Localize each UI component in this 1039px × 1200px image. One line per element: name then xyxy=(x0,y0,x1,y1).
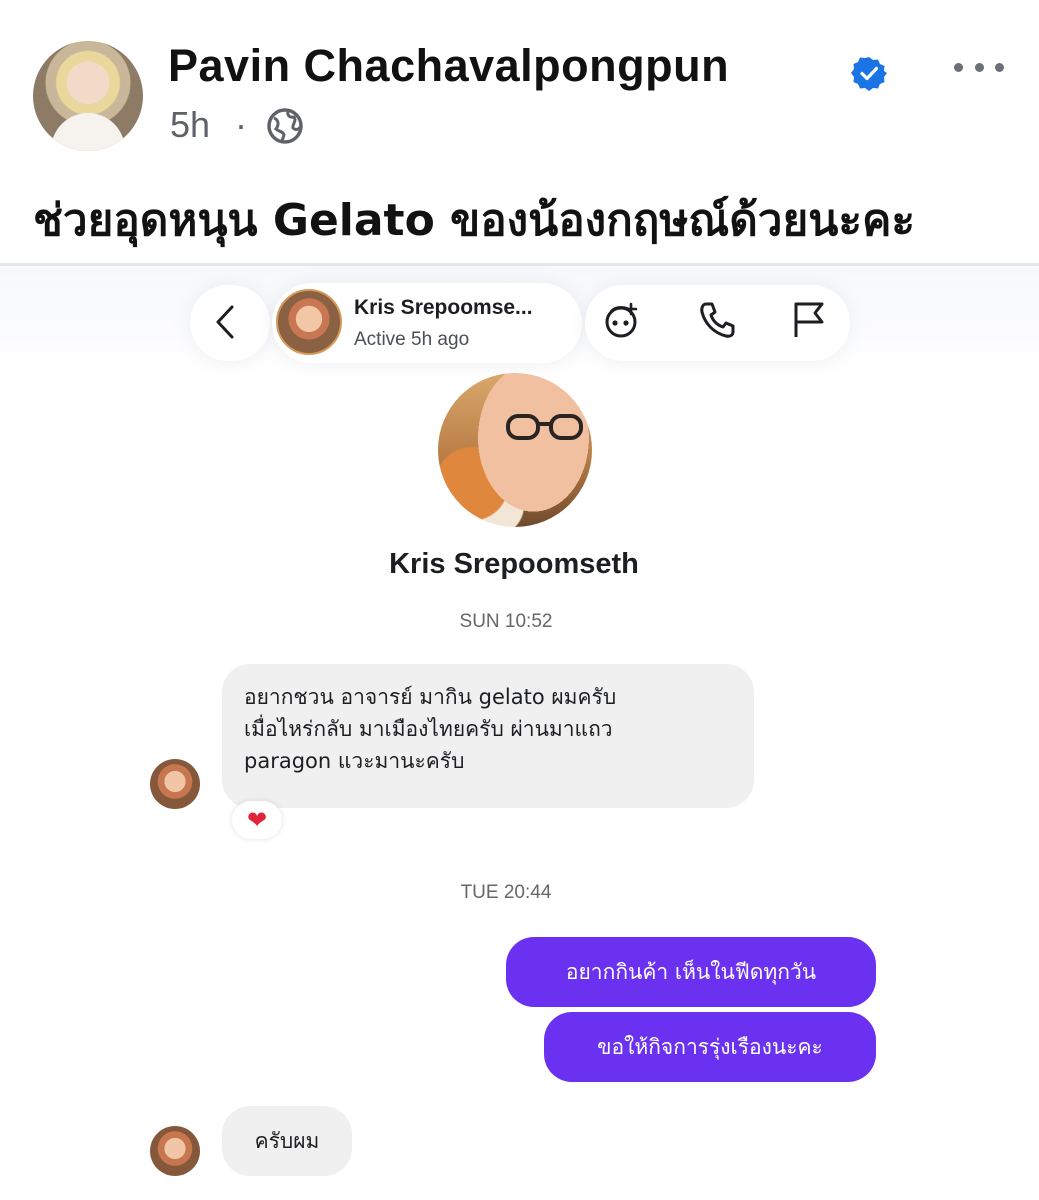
active-status: Active 5h ago xyxy=(354,329,470,350)
effects-icon[interactable] xyxy=(598,298,644,344)
post-text: ช่วยอุดหนุน Gelato ของน้องกฤษณ์ด้วยนะคะ xyxy=(33,195,916,246)
author-name[interactable]: Pavin Chachavalpongpun xyxy=(168,40,729,92)
avatar-glasses-detail xyxy=(506,414,583,440)
contact-avatar-large[interactable] xyxy=(438,373,592,527)
message-line: อยากชวน อาจารย์ มากิน gelato ผมครับ xyxy=(244,685,617,709)
post-time[interactable]: 5h xyxy=(170,104,210,146)
verified-badge-icon xyxy=(851,57,887,91)
outgoing-message[interactable]: ขอให้กิจการรุ่งเรืองนะคะ xyxy=(544,1012,876,1082)
message-line: paragon แวะมานะครับ xyxy=(244,749,465,773)
more-options-icon[interactable] xyxy=(954,52,1004,82)
contact-avatar-small[interactable] xyxy=(276,289,342,355)
incoming-message[interactable]: อยากชวน อาจารย์ มากิน gelato ผมครับ เมื่… xyxy=(222,664,754,808)
incoming-message[interactable]: ครับผม xyxy=(222,1106,352,1176)
chevron-left-icon[interactable] xyxy=(210,303,240,341)
message-line: เมื่อไหร่กลับ มาเมืองไทยครับ ผ่านมาแถว xyxy=(244,717,613,741)
sender-avatar[interactable] xyxy=(150,759,200,809)
post-header: Pavin Chachavalpongpun 5h · ช่วยอุดหนุน … xyxy=(0,0,1039,260)
chat-contact-name[interactable]: Kris Srepoomse... xyxy=(354,296,533,320)
message-timestamp: TUE 20:44 xyxy=(460,882,552,903)
message-timestamp: SUN 10:52 xyxy=(459,611,553,632)
sender-avatar[interactable] xyxy=(150,1126,200,1176)
flag-icon[interactable] xyxy=(788,299,830,341)
time-separator: · xyxy=(235,104,247,145)
heart-reaction-icon[interactable]: ❤ xyxy=(232,801,282,839)
phone-icon[interactable] xyxy=(696,299,738,341)
globe-icon[interactable] xyxy=(266,107,304,145)
author-avatar[interactable] xyxy=(33,41,143,151)
outgoing-message[interactable]: อยากกินค้า เห็นในฟีดทุกวัน xyxy=(506,937,876,1007)
contact-name: Kris Srepoomseth xyxy=(389,548,639,580)
